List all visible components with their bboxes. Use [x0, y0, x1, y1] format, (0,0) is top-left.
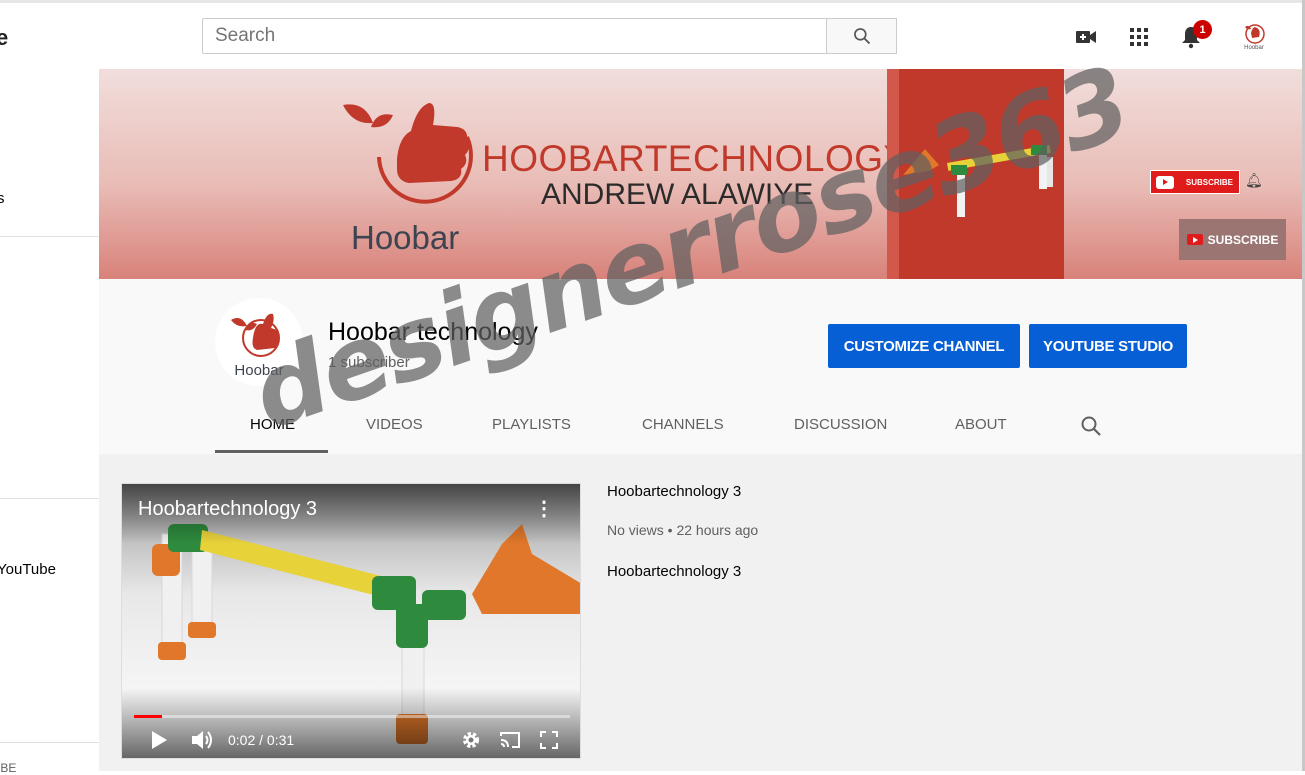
cast-icon[interactable]	[497, 728, 523, 752]
search-box[interactable]	[202, 18, 827, 54]
search-icon	[853, 28, 870, 45]
account-avatar[interactable]: Hoobar	[1238, 21, 1270, 55]
tab-discussion[interactable]: DISCUSSION	[794, 416, 887, 433]
video-player[interactable]: Hoobartechnology 3 ⋮ 0:02 / 0:31	[121, 483, 581, 759]
tab-videos[interactable]: VIDEOS	[366, 416, 423, 433]
youtube-studio-button[interactable]: YOUTUBE STUDIO	[1029, 324, 1187, 368]
play-icon[interactable]	[148, 728, 170, 752]
masthead: e 1 H	[0, 3, 1302, 69]
banner-subtitle: ANDREW ALAWIYE	[541, 178, 814, 211]
sidebar-divider	[0, 236, 99, 237]
tab-home[interactable]: HOME	[250, 416, 295, 433]
apps-grid-icon[interactable]	[1127, 25, 1151, 49]
channel-header: Hoobar Hoobar technology 1 subscriber CU…	[99, 279, 1302, 454]
more-options-icon[interactable]: ⋮	[534, 498, 554, 520]
subscriber-count: 1 subscriber	[328, 354, 410, 371]
channel-avatar-label: Hoobar	[234, 362, 284, 379]
hoobar-logo-icon	[231, 313, 280, 357]
search-button[interactable]	[827, 18, 897, 54]
banner-red-panel-edge	[887, 69, 899, 279]
tab-playlists[interactable]: PLAYLISTS	[492, 416, 571, 433]
pipe-toy-illustration	[903, 144, 1053, 217]
youtube-logo-fragment[interactable]: e	[0, 25, 8, 51]
channel-banner: Hoobar HOOBARTECHNOLOGY ANDREW ALAWIYE S…	[99, 69, 1302, 279]
sidebar-section-fragment: IBE	[0, 761, 17, 775]
tab-about[interactable]: ABOUT	[955, 416, 1007, 433]
featured-video-title[interactable]: Hoobartechnology 3	[607, 483, 741, 500]
channel-search-icon[interactable]	[1079, 414, 1103, 438]
banner-subscribe-button[interactable]: SUBSCRIBE	[1179, 219, 1286, 260]
settings-gear-icon[interactable]	[459, 728, 483, 752]
fullscreen-icon[interactable]	[537, 728, 561, 752]
hoobar-logo-icon	[1245, 24, 1265, 44]
channel-avatar[interactable]: Hoobar	[215, 298, 303, 386]
progress-played	[134, 715, 163, 718]
player-video-title[interactable]: Hoobartechnology 3	[138, 498, 317, 521]
tab-channels[interactable]: CHANNELS	[642, 416, 724, 433]
progress-bar[interactable]	[134, 715, 570, 718]
search-input[interactable]	[203, 19, 826, 53]
avatar-label: Hoobar	[1244, 45, 1264, 51]
home-tab-content: Hoobartechnology 3 ⋮ 0:02 / 0:31 Hoobart…	[99, 454, 1302, 771]
notification-count-badge: 1	[1193, 20, 1212, 39]
customize-channel-button[interactable]: CUSTOMIZE CHANNEL	[828, 324, 1020, 368]
bell-icon: 🔔︎	[1245, 172, 1263, 188]
channel-name: Hoobar technology	[328, 318, 538, 346]
featured-video-meta: No views • 22 hours ago	[607, 522, 759, 538]
create-video-icon[interactable]	[1074, 25, 1098, 49]
hoobar-thumbs-up-logo	[343, 103, 473, 204]
mini-subscribe-label: SUBSCRIBE	[1185, 177, 1233, 187]
time-display: 0:02 / 0:31	[228, 732, 295, 748]
mini-subscribe-button: SUBSCRIBE	[1150, 170, 1240, 194]
active-tab-indicator	[215, 450, 328, 453]
banner-brand-name: Hoobar	[351, 219, 460, 256]
banner-subscribe-label: SUBSCRIBE	[1207, 232, 1279, 247]
sidebar-divider	[0, 742, 99, 743]
sidebar-item-fragment[interactable]: s	[0, 190, 5, 207]
banner-title: HOOBARTECHNOLOGY	[482, 138, 909, 179]
youtube-play-icon	[1156, 176, 1174, 189]
youtube-play-icon	[1186, 234, 1203, 245]
featured-video-description: Hoobartechnology 3	[607, 563, 742, 580]
volume-icon[interactable]	[190, 728, 216, 752]
sidebar: s YouTube IBE	[0, 69, 99, 775]
sidebar-divider	[0, 498, 99, 499]
sidebar-item-youtube[interactable]: YouTube	[0, 561, 56, 578]
